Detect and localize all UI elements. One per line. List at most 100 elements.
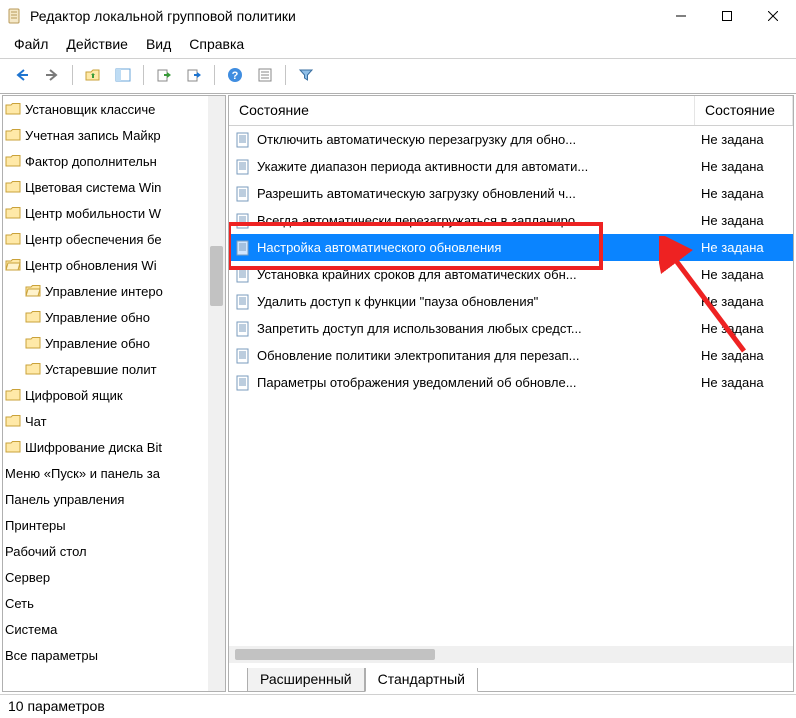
policy-row[interactable]: Укажите диапазон периода активности для … (229, 153, 793, 180)
policy-icon (235, 375, 251, 391)
toolbar: ? (0, 59, 796, 94)
tree-item-label: Устаревшие полит (45, 362, 157, 377)
policy-row[interactable]: Настройка автоматического обновления Не з… (229, 234, 793, 261)
policy-name: Отключить автоматическую перезагрузку дл… (257, 132, 576, 147)
policy-name: Запретить доступ для использования любых… (257, 321, 582, 336)
menu-help[interactable]: Справка (189, 36, 244, 52)
app-icon (6, 7, 24, 25)
tree-item-label: Меню «Пуск» и панель за (5, 466, 160, 481)
folder-icon (5, 206, 21, 220)
tree-item[interactable]: Чат (3, 408, 225, 434)
properties-button[interactable] (253, 63, 277, 87)
policy-state: Не задана (695, 186, 793, 201)
tree-item[interactable]: Управление обно (3, 330, 225, 356)
folder-icon (5, 388, 21, 402)
tree-item[interactable]: Учетная запись Майкр (3, 122, 225, 148)
policy-row[interactable]: Установка крайних сроков для автоматичес… (229, 261, 793, 288)
tree-item[interactable]: Сервер (3, 564, 225, 590)
tree-item-label: Учетная запись Майкр (25, 128, 161, 143)
tree-item[interactable]: Цветовая система Win (3, 174, 225, 200)
tree-item[interactable]: Установщик классиче (3, 96, 225, 122)
tree-item[interactable]: Управление обно (3, 304, 225, 330)
menu-bar: Файл Действие Вид Справка (0, 32, 796, 58)
policy-icon (235, 348, 251, 364)
close-button[interactable] (750, 0, 796, 32)
tab-standard[interactable]: Стандартный (365, 668, 478, 692)
tree-item[interactable]: Рабочий стол (3, 538, 225, 564)
menu-view[interactable]: Вид (146, 36, 171, 52)
maximize-button[interactable] (704, 0, 750, 32)
tree-item-label: Чат (25, 414, 47, 429)
show-hide-tree-button[interactable] (111, 63, 135, 87)
tree-item[interactable]: Меню «Пуск» и панель за (3, 460, 225, 486)
scrollbar-thumb[interactable] (210, 246, 223, 306)
tree-pane: Установщик классиче Учетная запись Майкр Ф… (2, 95, 226, 692)
tree-item[interactable]: Фактор дополнительн (3, 148, 225, 174)
tree-item-label: Центр мобильности W (25, 206, 161, 221)
toolbar-divider (285, 65, 286, 85)
minimize-button[interactable] (658, 0, 704, 32)
menu-action[interactable]: Действие (66, 36, 128, 52)
tree-item[interactable]: Центр обновления Wi (3, 252, 225, 278)
policy-name: Обновление политики электропитания для п… (257, 348, 579, 363)
policy-row[interactable]: Отключить автоматическую перезагрузку дл… (229, 126, 793, 153)
folder-up-button[interactable] (81, 63, 105, 87)
tree-item-label: Цифровой ящик (25, 388, 123, 403)
policy-icon (235, 186, 251, 202)
toolbar-divider (214, 65, 215, 85)
tree-item[interactable]: Управление интеро (3, 278, 225, 304)
scrollbar-thumb[interactable] (235, 649, 435, 660)
tree-item[interactable]: Центр мобильности W (3, 200, 225, 226)
policy-name: Укажите диапазон периода активности для … (257, 159, 588, 174)
back-button[interactable] (10, 63, 34, 87)
policy-state: Не задана (695, 321, 793, 336)
grid-header: Состояние Состояние (229, 96, 793, 126)
policy-row[interactable]: Удалить доступ к функции "пауза обновлен… (229, 288, 793, 315)
tree-item[interactable]: Центр обеспечения бе (3, 226, 225, 252)
tree-item[interactable]: Устаревшие полит (3, 356, 225, 382)
policy-name: Удалить доступ к функции "пауза обновлен… (257, 294, 538, 309)
tree-item-label: Панель управления (5, 492, 124, 507)
column-header-state[interactable]: Состояние (695, 96, 793, 125)
tree-item[interactable]: Система (3, 616, 225, 642)
tree-item-label: Управление интеро (45, 284, 163, 299)
main-area: Установщик классиче Учетная запись Майкр Ф… (0, 94, 796, 694)
policy-icon (235, 213, 251, 229)
details-pane: Состояние Состояние Отключить автоматиче… (228, 95, 794, 692)
tree-item-label: Сеть (5, 596, 34, 611)
folder-icon (5, 128, 21, 142)
tree-item[interactable]: Панель управления (3, 486, 225, 512)
tree-item[interactable]: Шифрование диска Bit (3, 434, 225, 460)
policy-name: Разрешить автоматическую загрузку обновл… (257, 186, 576, 201)
policy-icon (235, 294, 251, 310)
refresh-button[interactable] (182, 63, 206, 87)
filter-button[interactable] (294, 63, 318, 87)
policy-row[interactable]: Параметры отображения уведомлений об обн… (229, 369, 793, 396)
tree-item[interactable]: Цифровой ящик (3, 382, 225, 408)
view-tabs: Расширенный Стандартный (229, 663, 793, 691)
horizontal-scrollbar[interactable] (229, 646, 793, 663)
policy-row[interactable]: Разрешить автоматическую загрузку обновл… (229, 180, 793, 207)
policy-state: Не задана (695, 348, 793, 363)
column-header-name[interactable]: Состояние (229, 96, 695, 125)
tree-item[interactable]: Принтеры (3, 512, 225, 538)
tab-extended[interactable]: Расширенный (247, 668, 365, 692)
policy-row[interactable]: Всегда автоматически перезагружаться в з… (229, 207, 793, 234)
policy-grid: Состояние Состояние Отключить автоматиче… (229, 96, 793, 646)
tree-item[interactable]: Сеть (3, 590, 225, 616)
tree-item-label: Система (5, 622, 57, 637)
folder-icon (5, 232, 21, 246)
tree-item[interactable]: Все параметры (3, 642, 225, 668)
help-button[interactable]: ? (223, 63, 247, 87)
policy-row[interactable]: Обновление политики электропитания для п… (229, 342, 793, 369)
policy-state: Не задана (695, 213, 793, 228)
policy-state: Не задана (695, 240, 793, 255)
menu-file[interactable]: Файл (14, 36, 48, 52)
policy-name: Установка крайних сроков для автоматичес… (257, 267, 577, 282)
policy-row[interactable]: Запретить доступ для использования любых… (229, 315, 793, 342)
export-button[interactable] (152, 63, 176, 87)
policy-icon (235, 240, 251, 256)
policy-name: Настройка автоматического обновления (257, 240, 501, 255)
tree-scrollbar[interactable] (208, 96, 225, 691)
forward-button[interactable] (40, 63, 64, 87)
